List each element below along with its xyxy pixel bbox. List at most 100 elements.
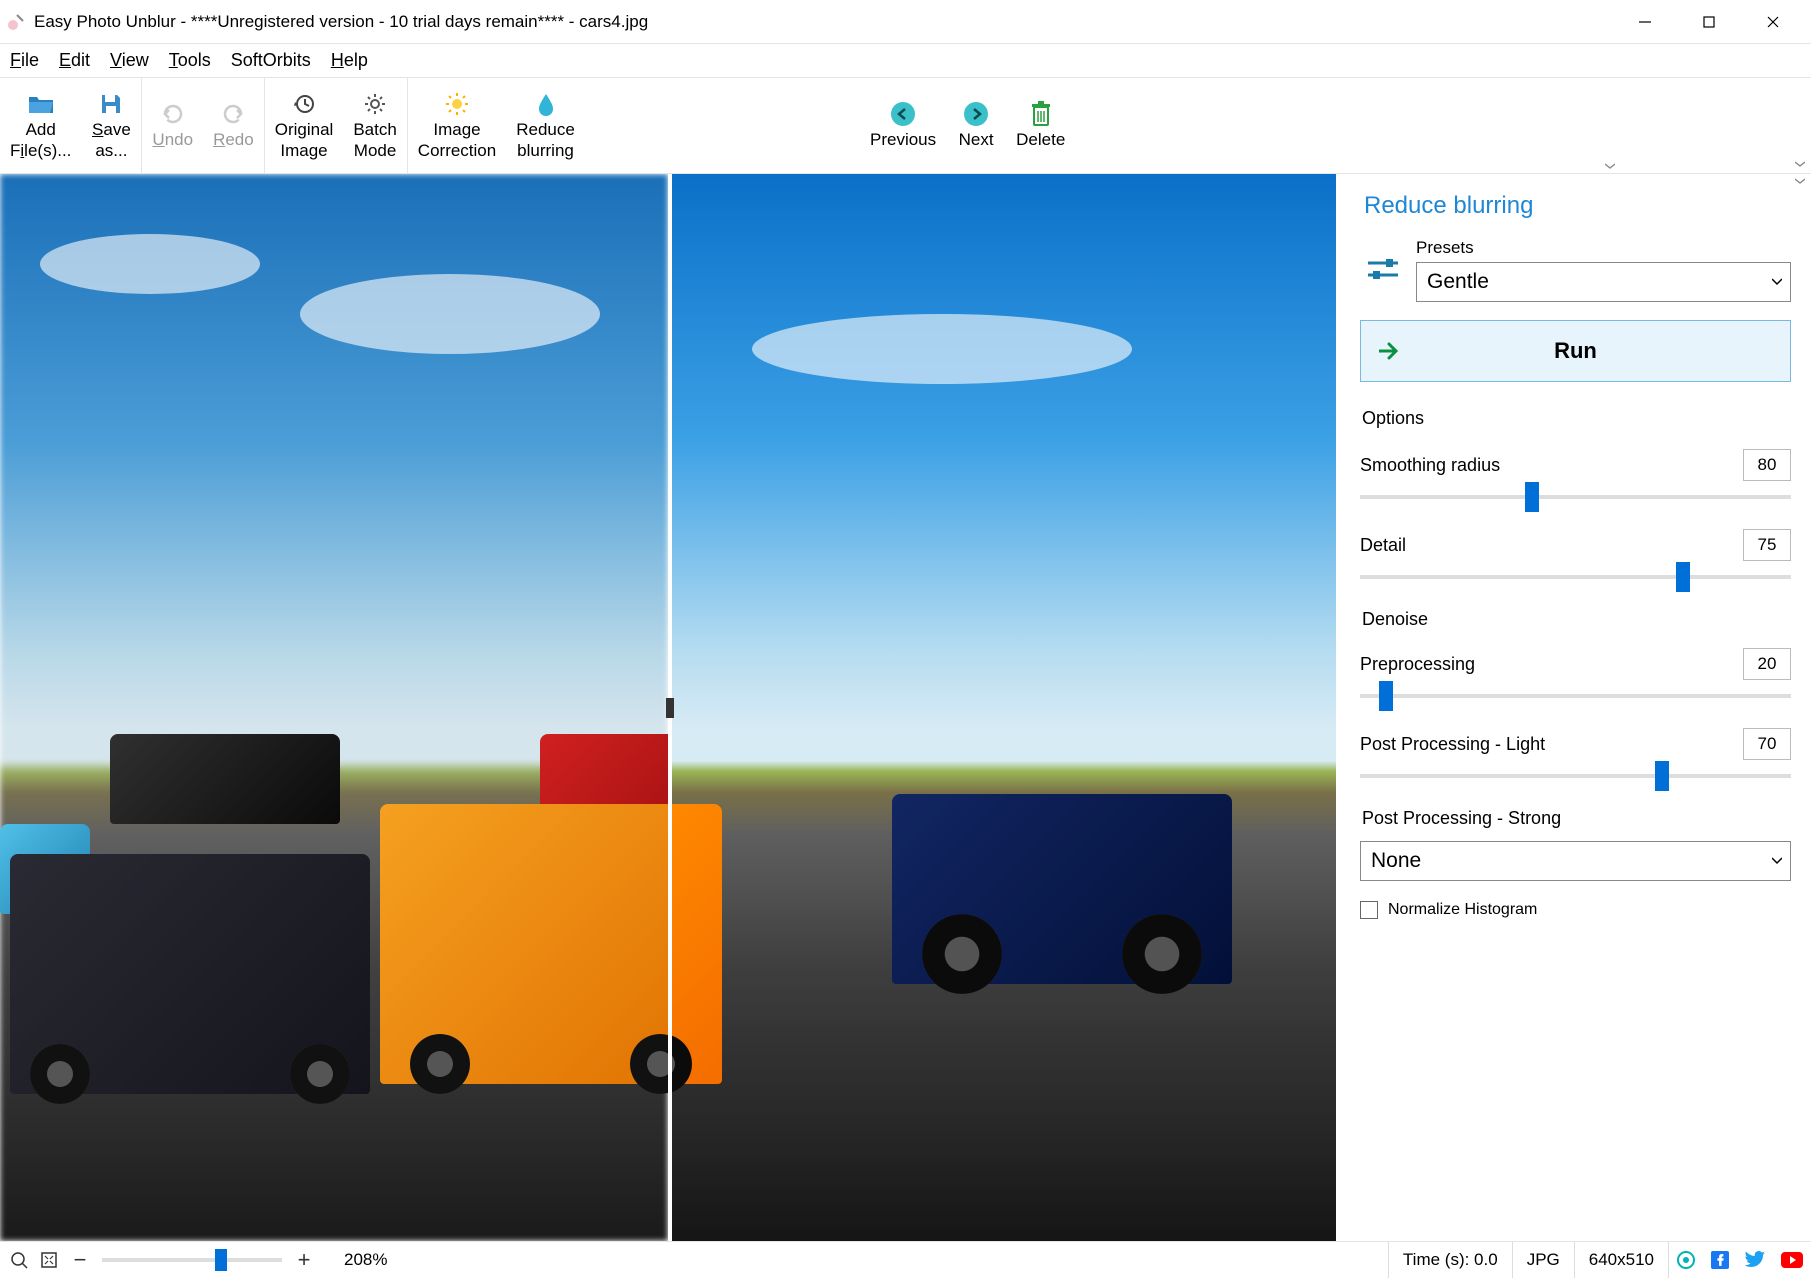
compare-handle[interactable] — [666, 698, 674, 718]
chevron-down-icon — [1772, 278, 1782, 286]
panel-title: Reduce blurring — [1364, 192, 1791, 220]
menu-view[interactable]: View — [110, 50, 149, 71]
previous-button[interactable]: Previous — [860, 78, 946, 173]
toolbar-nav-expand-icon[interactable] — [1605, 161, 1615, 171]
undo-button[interactable]: Undo — [142, 78, 203, 173]
status-dimensions: 640x510 — [1574, 1242, 1668, 1278]
add-files-button[interactable]: AddFile(s)... — [0, 78, 81, 173]
twitter-icon[interactable] — [1737, 1251, 1773, 1269]
post-strong-label: Post Processing - Strong — [1362, 808, 1791, 829]
next-button[interactable]: Next — [946, 78, 1006, 173]
sun-icon — [445, 90, 469, 118]
toolbar-expand-icon[interactable] — [1795, 159, 1807, 171]
zoom-in-button[interactable]: + — [294, 1247, 314, 1273]
run-label: Run — [1554, 338, 1597, 364]
main-area: Reduce blurring Presets Gentle Run O — [0, 174, 1811, 1241]
preprocessing-slider[interactable] — [1360, 694, 1791, 698]
after-image — [672, 174, 1336, 1241]
presets-value: Gentle — [1427, 270, 1489, 294]
post-light-slider[interactable] — [1360, 774, 1791, 778]
preprocessing-row: Preprocessing 20 — [1360, 648, 1791, 698]
denoise-label: Denoise — [1362, 609, 1791, 630]
toolbar-group-edit: Undo Redo — [142, 78, 264, 173]
save-icon — [99, 90, 123, 118]
youtube-icon[interactable] — [1773, 1252, 1811, 1268]
undo-icon — [161, 100, 185, 128]
menu-softorbits[interactable]: SoftOrbits — [231, 50, 311, 71]
presets-select[interactable]: Gentle — [1416, 262, 1791, 302]
folder-open-icon — [28, 90, 54, 118]
maximize-button[interactable] — [1677, 2, 1741, 42]
save-as-button[interactable]: Saveas... — [81, 78, 141, 173]
slider-thumb[interactable] — [1379, 681, 1393, 711]
arrow-right-icon — [1379, 342, 1401, 360]
slider-thumb[interactable] — [1525, 482, 1539, 512]
titlebar: Easy Photo Unblur - ****Unregistered ver… — [0, 0, 1811, 44]
menubar: File Edit View Tools SoftOrbits Help — [0, 44, 1811, 78]
smoothing-radius-value[interactable]: 80 — [1743, 449, 1791, 481]
gear-icon — [363, 90, 387, 118]
preprocessing-label: Preprocessing — [1360, 654, 1475, 675]
detail-value[interactable]: 75 — [1743, 529, 1791, 561]
reduce-blurring-button[interactable]: Reduceblurring — [506, 78, 585, 173]
delete-button[interactable]: Delete — [1006, 78, 1075, 173]
image-correction-button[interactable]: ImageCorrection — [408, 78, 506, 173]
droplet-icon — [535, 90, 557, 118]
zoom-fit-icon[interactable] — [40, 1251, 58, 1269]
menu-help[interactable]: Help — [331, 50, 368, 71]
toolbar: AddFile(s)... Saveas... Undo Redo — [0, 78, 1811, 174]
image-viewer[interactable] — [0, 174, 1346, 1241]
smoothing-radius-label: Smoothing radius — [1360, 455, 1500, 476]
arrow-right-circle-icon — [963, 100, 989, 128]
close-button[interactable] — [1741, 2, 1805, 42]
status-bar: − + 208% Time (s): 0.0 JPG 640x510 — [0, 1241, 1811, 1277]
normalize-histogram-checkbox[interactable] — [1360, 901, 1378, 919]
presets-label: Presets — [1416, 238, 1791, 258]
slider-thumb[interactable] — [1676, 562, 1690, 592]
toolbar-group-tools: ImageCorrection Reduceblurring — [408, 78, 585, 173]
post-light-value[interactable]: 70 — [1743, 728, 1791, 760]
chevron-down-icon — [1772, 857, 1782, 865]
before-image — [0, 174, 668, 1241]
menu-tools[interactable]: Tools — [169, 50, 211, 71]
menu-file[interactable]: File — [10, 50, 39, 71]
detail-row: Detail 75 — [1360, 529, 1791, 579]
redo-button[interactable]: Redo — [203, 78, 264, 173]
toolbar-group-nav: Previous Next Delete — [860, 78, 1075, 173]
trash-icon — [1030, 100, 1052, 128]
batch-mode-button[interactable]: BatchMode — [343, 78, 406, 173]
preprocessing-value[interactable]: 20 — [1743, 648, 1791, 680]
run-button[interactable]: Run — [1360, 320, 1791, 382]
post-strong-select[interactable]: None — [1360, 841, 1791, 881]
options-label: Options — [1362, 408, 1791, 429]
softorbits-link-icon[interactable] — [1668, 1242, 1703, 1278]
reduce-blurring-panel: Reduce blurring Presets Gentle Run O — [1346, 174, 1811, 1241]
smoothing-radius-slider[interactable] — [1360, 495, 1791, 499]
panel-expand-icon[interactable] — [1795, 176, 1805, 186]
clock-back-icon — [292, 90, 316, 118]
post-strong-value: None — [1371, 849, 1421, 873]
status-format: JPG — [1512, 1242, 1574, 1278]
post-light-label: Post Processing - Light — [1360, 734, 1545, 755]
zoom-actual-icon[interactable] — [10, 1251, 28, 1269]
slider-thumb[interactable] — [1655, 761, 1669, 791]
normalize-histogram-row[interactable]: Normalize Histogram — [1360, 901, 1791, 919]
redo-icon — [221, 100, 245, 128]
menu-edit[interactable]: Edit — [59, 50, 90, 71]
slider-thumb[interactable] — [215, 1249, 227, 1271]
zoom-slider[interactable] — [102, 1258, 282, 1262]
minimize-button[interactable] — [1613, 2, 1677, 42]
toolbar-group-view: OriginalImage BatchMode — [265, 78, 408, 173]
arrow-left-circle-icon — [890, 100, 916, 128]
zoom-out-button[interactable]: − — [70, 1247, 90, 1273]
facebook-icon[interactable] — [1703, 1251, 1737, 1269]
detail-slider[interactable] — [1360, 575, 1791, 579]
original-image-button[interactable]: OriginalImage — [265, 78, 344, 173]
post-strong-row: Post Processing - Strong None — [1360, 808, 1791, 881]
window-title: Easy Photo Unblur - ****Unregistered ver… — [34, 12, 1613, 32]
sliders-icon — [1368, 257, 1398, 283]
status-time: Time (s): 0.0 — [1388, 1242, 1512, 1278]
smoothing-radius-row: Smoothing radius 80 — [1360, 449, 1791, 499]
post-light-row: Post Processing - Light 70 — [1360, 728, 1791, 778]
app-icon — [6, 12, 26, 32]
